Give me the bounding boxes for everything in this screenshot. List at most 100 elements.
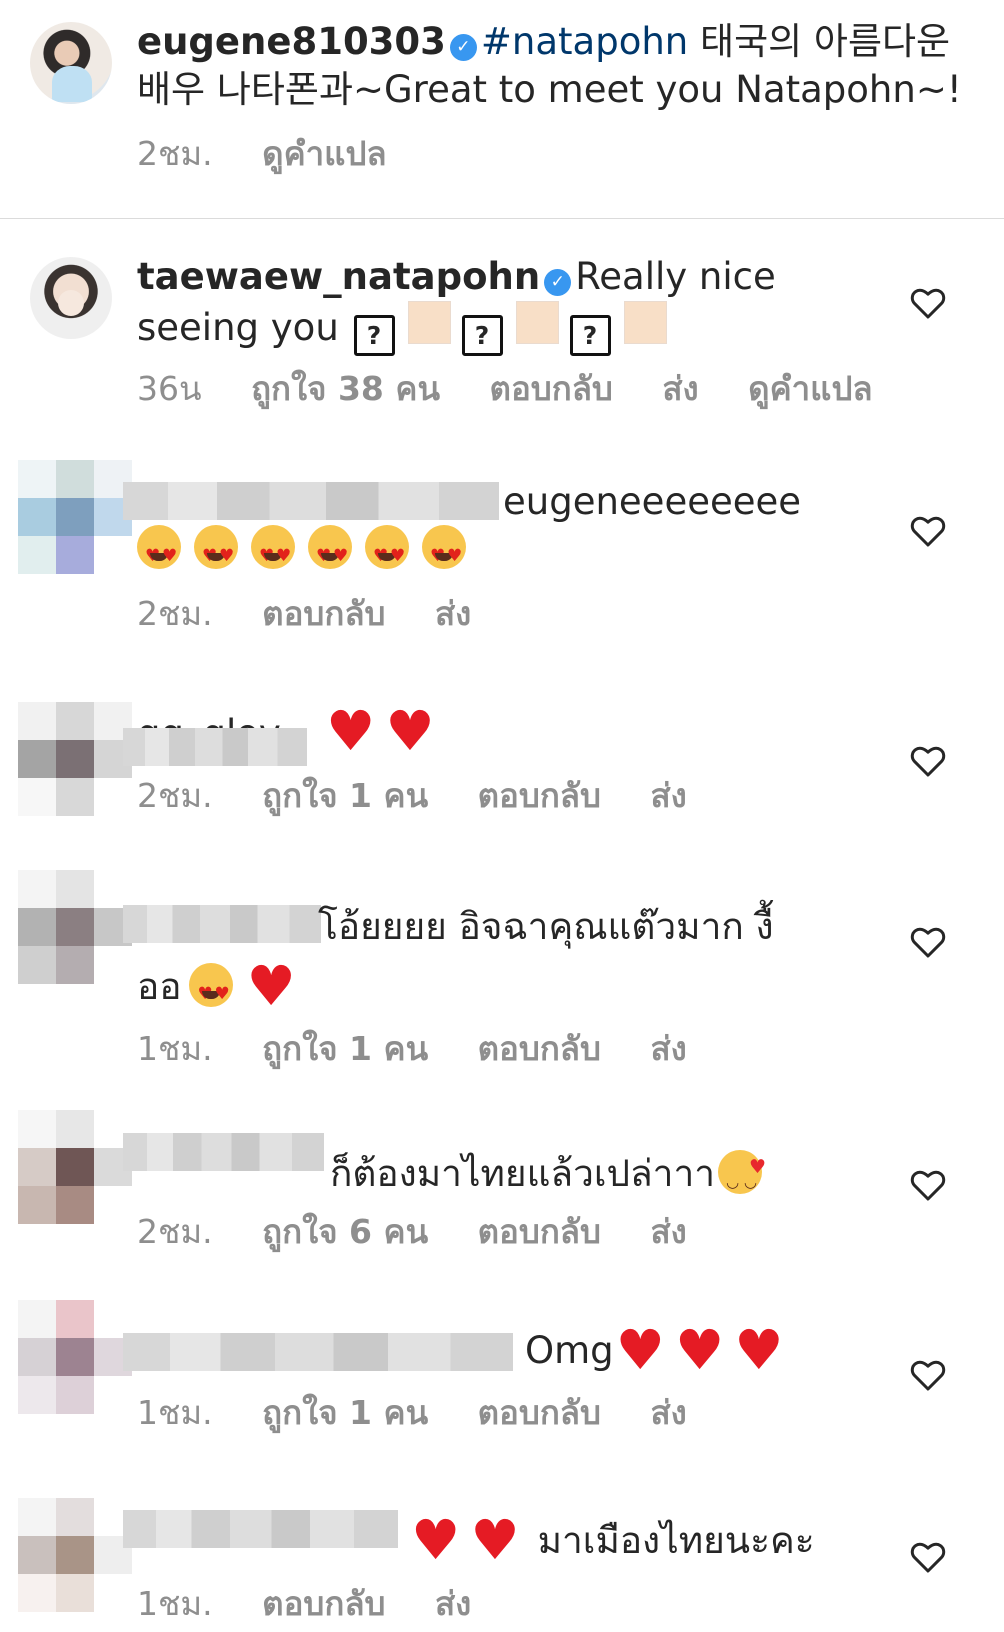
come-to-thailand-please-visible-text: มาเมืองไทยนะคะ xyxy=(537,1519,815,1562)
caption-meta: 2ชม. ดูคำแปล xyxy=(137,134,426,174)
blurred-username[interactable] xyxy=(123,728,307,766)
reply-button[interactable]: ตอบกลับ xyxy=(478,1029,601,1069)
blurred-avatar[interactable] xyxy=(18,870,132,984)
smiling-face-with-hearts-icon xyxy=(718,1143,766,1206)
red-heart-icon: ♥ xyxy=(385,699,435,763)
taewaew-meta: 36น ถูกใจ 38 คน ตอบกลับ ส่ง ดูคำแปล xyxy=(137,369,912,409)
heart-eyes-emoji-icon xyxy=(308,525,352,580)
jealous-comment-meta: 1ชม. ถูกใจ 1 คน ตอบกลับ ส่ง xyxy=(137,1029,726,1069)
heart-eyes-emoji-icon xyxy=(422,525,466,580)
send-button[interactable]: ส่ง xyxy=(662,369,698,409)
heart-eyes-emoji-icon xyxy=(365,525,409,580)
red-heart-icon: ♥ xyxy=(411,1508,461,1572)
post-caption: eugene810303 ✓ #natapohn 태국의 아름다운 배우 나타폰과~… xyxy=(0,0,1004,218)
heart-eyes-emoji-icon xyxy=(189,963,234,1018)
come-thailand-visible-text: ก็ต้องมาไทยแล้วเปล่าาา xyxy=(330,1152,715,1195)
reply-button[interactable]: ตอบกลับ xyxy=(262,594,385,634)
send-button[interactable]: ส่ง xyxy=(435,594,471,634)
send-button[interactable]: ส่ง xyxy=(650,776,686,816)
send-button[interactable]: ส่ง xyxy=(650,1029,686,1069)
likes-count-button[interactable]: ถูกใจ 38 คน xyxy=(251,369,440,409)
verified-badge-icon: ✓ xyxy=(544,269,572,296)
omg-meta: 1ชม. ถูกใจ 1 คน ตอบกลับ ส่ง xyxy=(137,1393,726,1433)
blurred-avatar[interactable] xyxy=(18,460,132,574)
caption-korean-text: 태국의 아름다운 xyxy=(688,20,951,63)
red-heart-row: ♥ ♥ xyxy=(326,699,445,763)
comment-time: 2ชม. xyxy=(137,1212,213,1251)
omg-text: Omg♥ ♥ ♥ xyxy=(525,1318,794,1382)
come-to-thailand-please-meta: 1ชม. ตอบกลับ ส่ง xyxy=(137,1584,510,1624)
comment-time: 2ชม. xyxy=(137,594,213,633)
comment-time: 1ชม. xyxy=(137,1393,213,1432)
taewaew-avatar[interactable] xyxy=(30,257,112,339)
omg-visible-text: Omg xyxy=(525,1329,614,1372)
likes-count-button[interactable]: ถูกใจ 1 คน xyxy=(262,776,428,816)
eugene-avatar[interactable] xyxy=(30,22,112,104)
caption-translate-button[interactable]: ดูคำแปล xyxy=(262,134,386,174)
unsupported-glyph-icon: ? xyxy=(569,315,611,356)
taewaew-username[interactable]: taewaew_natapohn xyxy=(137,255,540,298)
blurred-username[interactable] xyxy=(123,1510,398,1548)
come-thailand-text: ก็ต้องมาไทยแล้วเปล่าาา xyxy=(330,1143,775,1206)
heart-eyes-emoji-icon xyxy=(137,525,181,580)
heart-outline-icon[interactable] xyxy=(910,514,946,548)
heart-outline-icon[interactable] xyxy=(910,925,946,959)
heart-outline-icon[interactable] xyxy=(910,744,946,778)
come-thailand-meta: 2ชม. ถูกใจ 6 คน ตอบกลับ ส่ง xyxy=(137,1212,726,1252)
taewaew-comment-text: taewaew_natapohn ✓ Really nice seeing you … xyxy=(137,253,776,356)
heart-outline-icon[interactable] xyxy=(910,1540,946,1574)
caption-username[interactable]: eugene810303 xyxy=(137,20,446,63)
red-heart-icon: ♥ xyxy=(674,1318,725,1382)
jealous-comment-line-2-text: ออ xyxy=(137,965,182,1008)
skin-tone-box-icon xyxy=(407,301,451,344)
blurred-username[interactable] xyxy=(123,482,499,520)
send-button[interactable]: ส่ง xyxy=(650,1212,686,1252)
blurred-avatar[interactable] xyxy=(18,702,132,816)
blurred-avatar[interactable] xyxy=(18,1300,132,1414)
red-heart-icon: ♥ xyxy=(326,699,376,763)
caption-hashtag[interactable]: #natapohn xyxy=(481,20,688,63)
reply-button[interactable]: ตอบกลับ xyxy=(478,1212,601,1252)
blurred-username[interactable] xyxy=(123,1133,324,1171)
heart-outline-icon[interactable] xyxy=(910,286,946,320)
reply-button[interactable]: ตอบกลับ xyxy=(490,369,613,409)
heart-outline-icon[interactable] xyxy=(910,1358,946,1392)
blurred-avatar[interactable] xyxy=(18,1110,132,1224)
comment-time: 1ชม. xyxy=(137,1029,213,1068)
likes-count-button[interactable]: ถูกใจ 1 คน xyxy=(262,1029,428,1069)
heart-eyes-emoji-icon xyxy=(251,525,295,580)
reply-button[interactable]: ตอบกลับ xyxy=(262,1584,385,1624)
comment-time: 2ชม. xyxy=(137,776,213,815)
gg-glov-meta: 2ชม. ถูกใจ 1 คน ตอบกลับ ส่ง xyxy=(137,776,726,816)
red-heart-icon: ♥ xyxy=(734,1318,784,1382)
red-heart-icon: ♥ xyxy=(246,954,296,1018)
heart-eyes-emoji-row xyxy=(137,525,479,580)
caption-divider xyxy=(0,218,1004,219)
unsupported-glyph-icon: ? xyxy=(353,315,395,356)
eugene-comment-meta: 2ชม. ตอบกลับ ส่ง xyxy=(137,594,510,634)
reply-button[interactable]: ตอบกลับ xyxy=(478,776,601,816)
caption-text: eugene810303 ✓ #natapohn 태국의 아름다운 배우 나타폰과~… xyxy=(137,18,962,114)
likes-count-button[interactable]: ถูกใจ 6 คน xyxy=(262,1212,428,1252)
caption-time: 2ชม. xyxy=(137,134,213,173)
blurred-username[interactable] xyxy=(123,905,321,943)
red-heart-icon: ♥ xyxy=(470,1508,520,1572)
heart-outline-icon[interactable] xyxy=(910,1168,946,1202)
taewaew-text-line-1: Really nice xyxy=(575,255,776,298)
heart-eyes-emoji-icon xyxy=(194,525,238,580)
blurred-username[interactable] xyxy=(123,1333,513,1371)
eugene-comment-visible-text: eugeneeeeeeee xyxy=(503,480,802,523)
jealous-comment-line-2: ออ ♥ xyxy=(137,954,306,1019)
jealous-comment-line-1: โอ้ยยยย อิจฉาคุณแต๊วมาก งื้ xyxy=(318,905,774,948)
send-button[interactable]: ส่ง xyxy=(435,1584,471,1624)
skin-tone-box-icon xyxy=(515,301,559,344)
comment-time: 1ชม. xyxy=(137,1584,213,1623)
skin-tone-box-icon xyxy=(623,301,667,344)
translate-button[interactable]: ดูคำแปล xyxy=(748,369,872,409)
comment-time: 36น xyxy=(137,369,202,408)
reply-button[interactable]: ตอบกลับ xyxy=(478,1393,601,1433)
send-button[interactable]: ส่ง xyxy=(650,1393,686,1433)
likes-count-button[interactable]: ถูกใจ 1 คน xyxy=(262,1393,428,1433)
taewaew-text-line-2: seeing you xyxy=(137,306,339,349)
blurred-avatar[interactable] xyxy=(18,1498,132,1612)
